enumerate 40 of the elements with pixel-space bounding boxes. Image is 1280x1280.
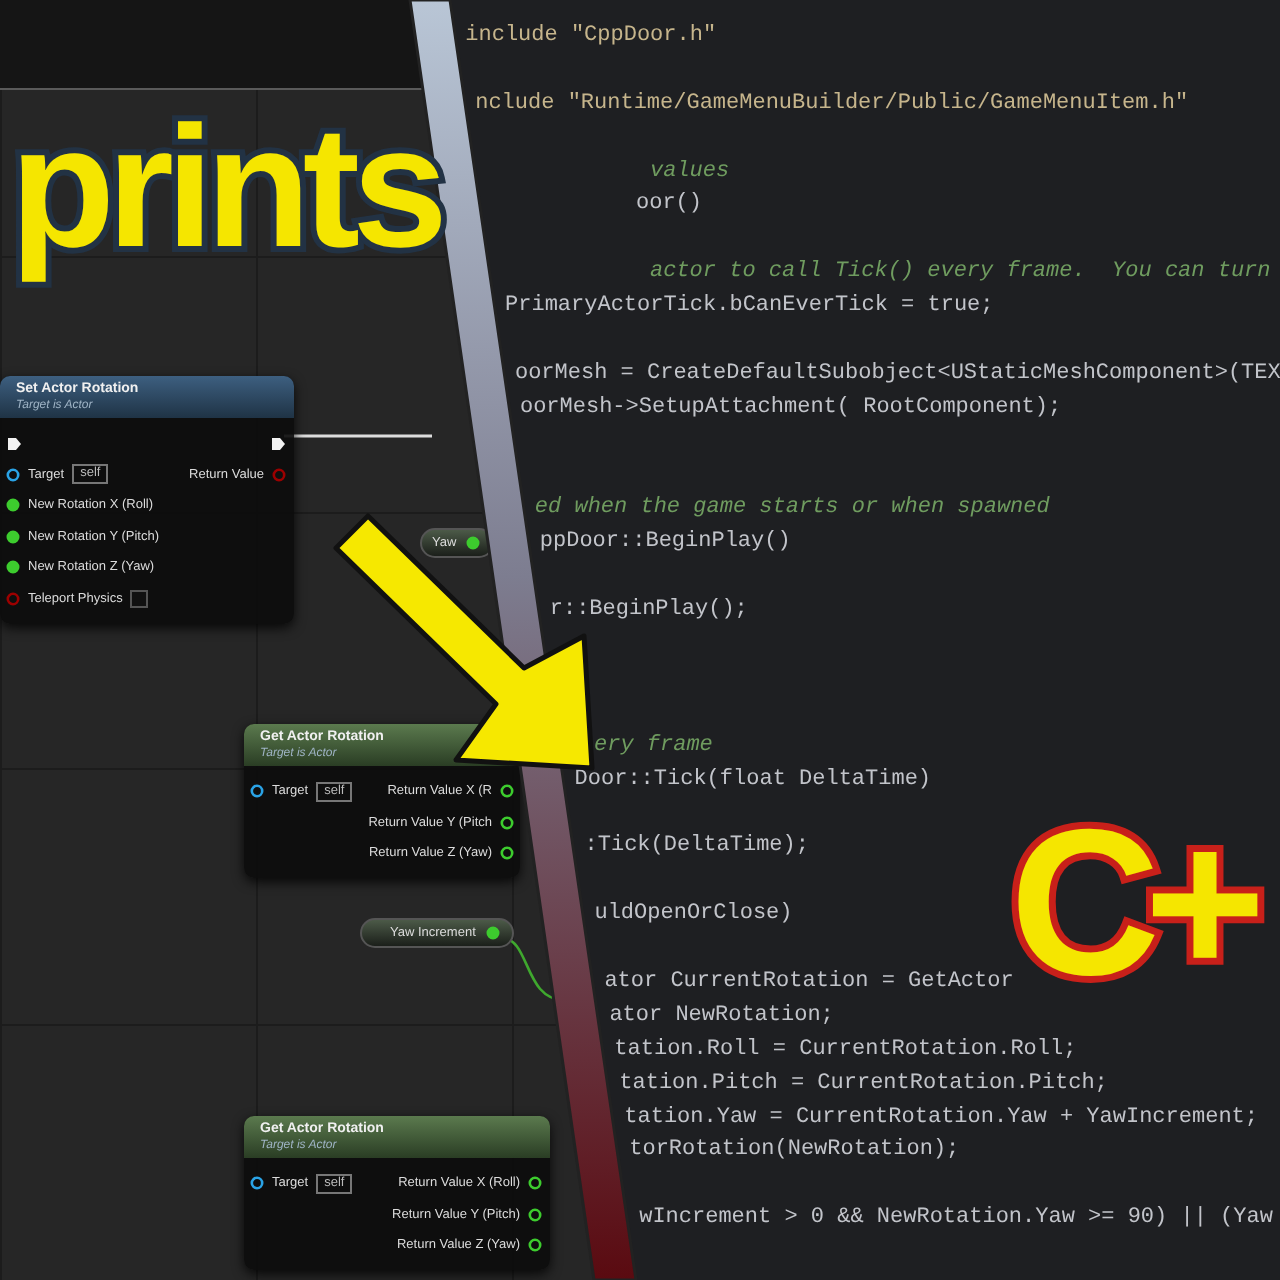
code-line: ppDoor::BeginPlay(): [539, 528, 791, 559]
pin-icon[interactable]: [500, 815, 514, 829]
checkbox[interactable]: [130, 589, 149, 607]
exec-pin-icon[interactable]: [270, 435, 286, 451]
pin-icon[interactable]: [6, 529, 20, 543]
code-line: tation.Roll = CurrentRotation.Roll;: [614, 1035, 1077, 1066]
pin-icon[interactable]: [6, 467, 20, 481]
pin-icon[interactable]: [528, 1238, 542, 1252]
pin-icon[interactable]: [500, 846, 514, 860]
code-line: nclude "Runtime/GameMenuBuilder/Public/GameMenuItem.h": [475, 89, 1189, 120]
code-line: wIncrement > 0 && NewRotation.Yaw >= 90) || (Yaw: [639, 1204, 1273, 1235]
code-comment: ed when the game starts or when spawned: [534, 494, 1050, 525]
pin-icon[interactable]: [6, 560, 20, 574]
code-line: oor(): [636, 190, 703, 221]
pin-icon[interactable]: [528, 1207, 542, 1221]
code-line: r::BeginPlay();: [549, 596, 748, 627]
code-line: tation.Yaw = CurrentRotation.Yaw + YawIncrement;: [624, 1103, 1258, 1134]
pin-icon[interactable]: [6, 498, 20, 512]
code-line: ator CurrentRotation = GetActor: [604, 967, 1014, 998]
code-line: oorMesh = CreateDefaultSubobject<UStaticMeshComponent>(TEX: [514, 359, 1280, 390]
code-line: tation.Pitch = CurrentRotation.Pitch;: [619, 1069, 1108, 1100]
code-line: torRotation(NewRotation);: [629, 1136, 960, 1167]
code-line: ator NewRotation;: [609, 1001, 834, 1032]
code-line: PrimaryActorTick.bCanEverTick = true;: [505, 292, 994, 323]
code-comment: actor to call Tick() every frame. You can turn: [650, 258, 1271, 289]
code-line: oorMesh->SetupAttachment( RootComponent);: [519, 393, 1062, 424]
pin-icon[interactable]: [250, 784, 264, 798]
code-line: uldOpenOrClose): [594, 900, 793, 931]
pin-icon[interactable]: [485, 926, 500, 940]
pin-icon[interactable]: [250, 1176, 264, 1190]
code-line: :Tick(DeltaTime);: [584, 832, 809, 863]
pin-icon[interactable]: [466, 536, 481, 550]
code-comment: ery frame: [594, 731, 713, 762]
exec-pin-icon[interactable]: [6, 435, 22, 451]
code-line: Door::Tick(float DeltaTime): [574, 765, 932, 796]
title-text: prints: [8, 92, 443, 285]
code-line: include "CppDoor.h": [465, 22, 717, 52]
pin-icon[interactable]: [528, 1176, 542, 1190]
code-comment: values: [650, 157, 730, 188]
pin-icon[interactable]: [500, 784, 514, 798]
